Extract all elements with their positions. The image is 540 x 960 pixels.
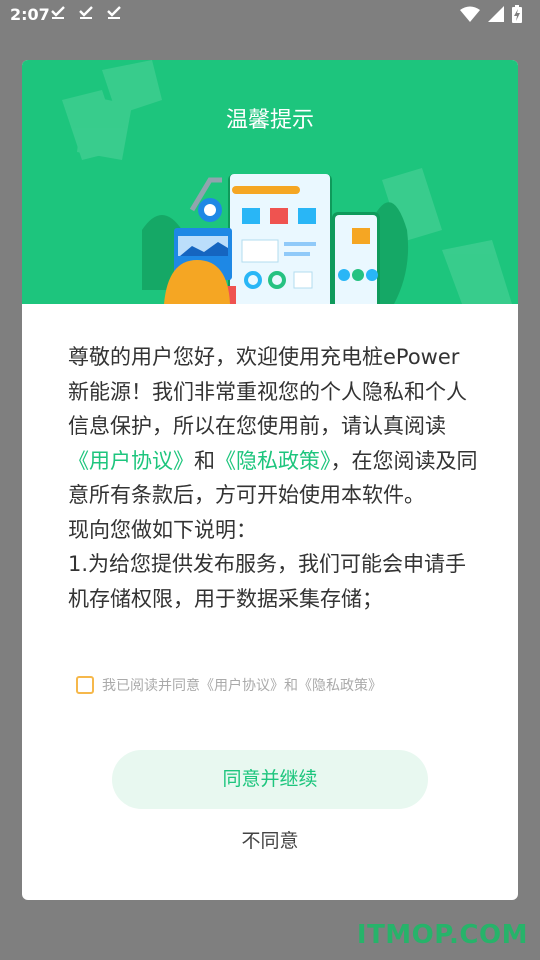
dialog-title: 温馨提示: [225, 108, 314, 133]
watermark: ITMOP.COM: [356, 920, 528, 950]
signal-icon: [488, 6, 504, 26]
privacy-dialog: 温馨提示 尊敬的用户您好，欢迎使用充电桩ePower新能源！我们非常重视您的个人…: [22, 60, 518, 900]
agree-checkbox[interactable]: [76, 676, 94, 694]
privacy-policy-link[interactable]: 《隐私政策》: [215, 449, 331, 473]
battery-charging-icon: [512, 5, 522, 27]
notice-paragraph: 1.为给您提供发布服务，我们可能会申请手机存储权限，用于数据采集存储；: [68, 552, 467, 611]
and-text: 和: [194, 448, 215, 473]
disagree-button[interactable]: 不同意: [170, 824, 370, 858]
download-done-icon: [106, 4, 122, 25]
download-done-icon: [50, 4, 66, 25]
download-done-icon: [78, 4, 94, 25]
status-time: 2:07: [10, 5, 50, 24]
notice-paragraph: 尊敬的用户您好，欢迎使用充电桩ePower新能源！我们非常重视您的个人隐私和个人…: [68, 340, 480, 513]
user-agreement-link[interactable]: 《用户协议》: [68, 449, 194, 473]
dialog-header: 温馨提示: [22, 60, 518, 304]
wifi-icon: [460, 6, 480, 26]
status-bar: 2:07: [0, 0, 540, 30]
agree-row[interactable]: 我已阅读并同意《用户协议》和《隐私政策》: [76, 674, 382, 696]
agree-checkbox-label[interactable]: 我已阅读并同意《用户协议》和《隐私政策》: [102, 675, 382, 695]
agree-continue-button[interactable]: 同意并继续: [112, 750, 428, 809]
notice-paragraph: 现向您做如下说明：: [68, 517, 257, 542]
notice-body: 尊敬的用户您好，欢迎使用充电桩ePower新能源！我们非常重视您的个人隐私和个人…: [68, 340, 480, 636]
notice-text: 尊敬的用户您好，欢迎使用充电桩ePower新能源！我们非常重视您的个人隐私和个人…: [68, 345, 467, 438]
header-illustration: [62, 60, 512, 304]
